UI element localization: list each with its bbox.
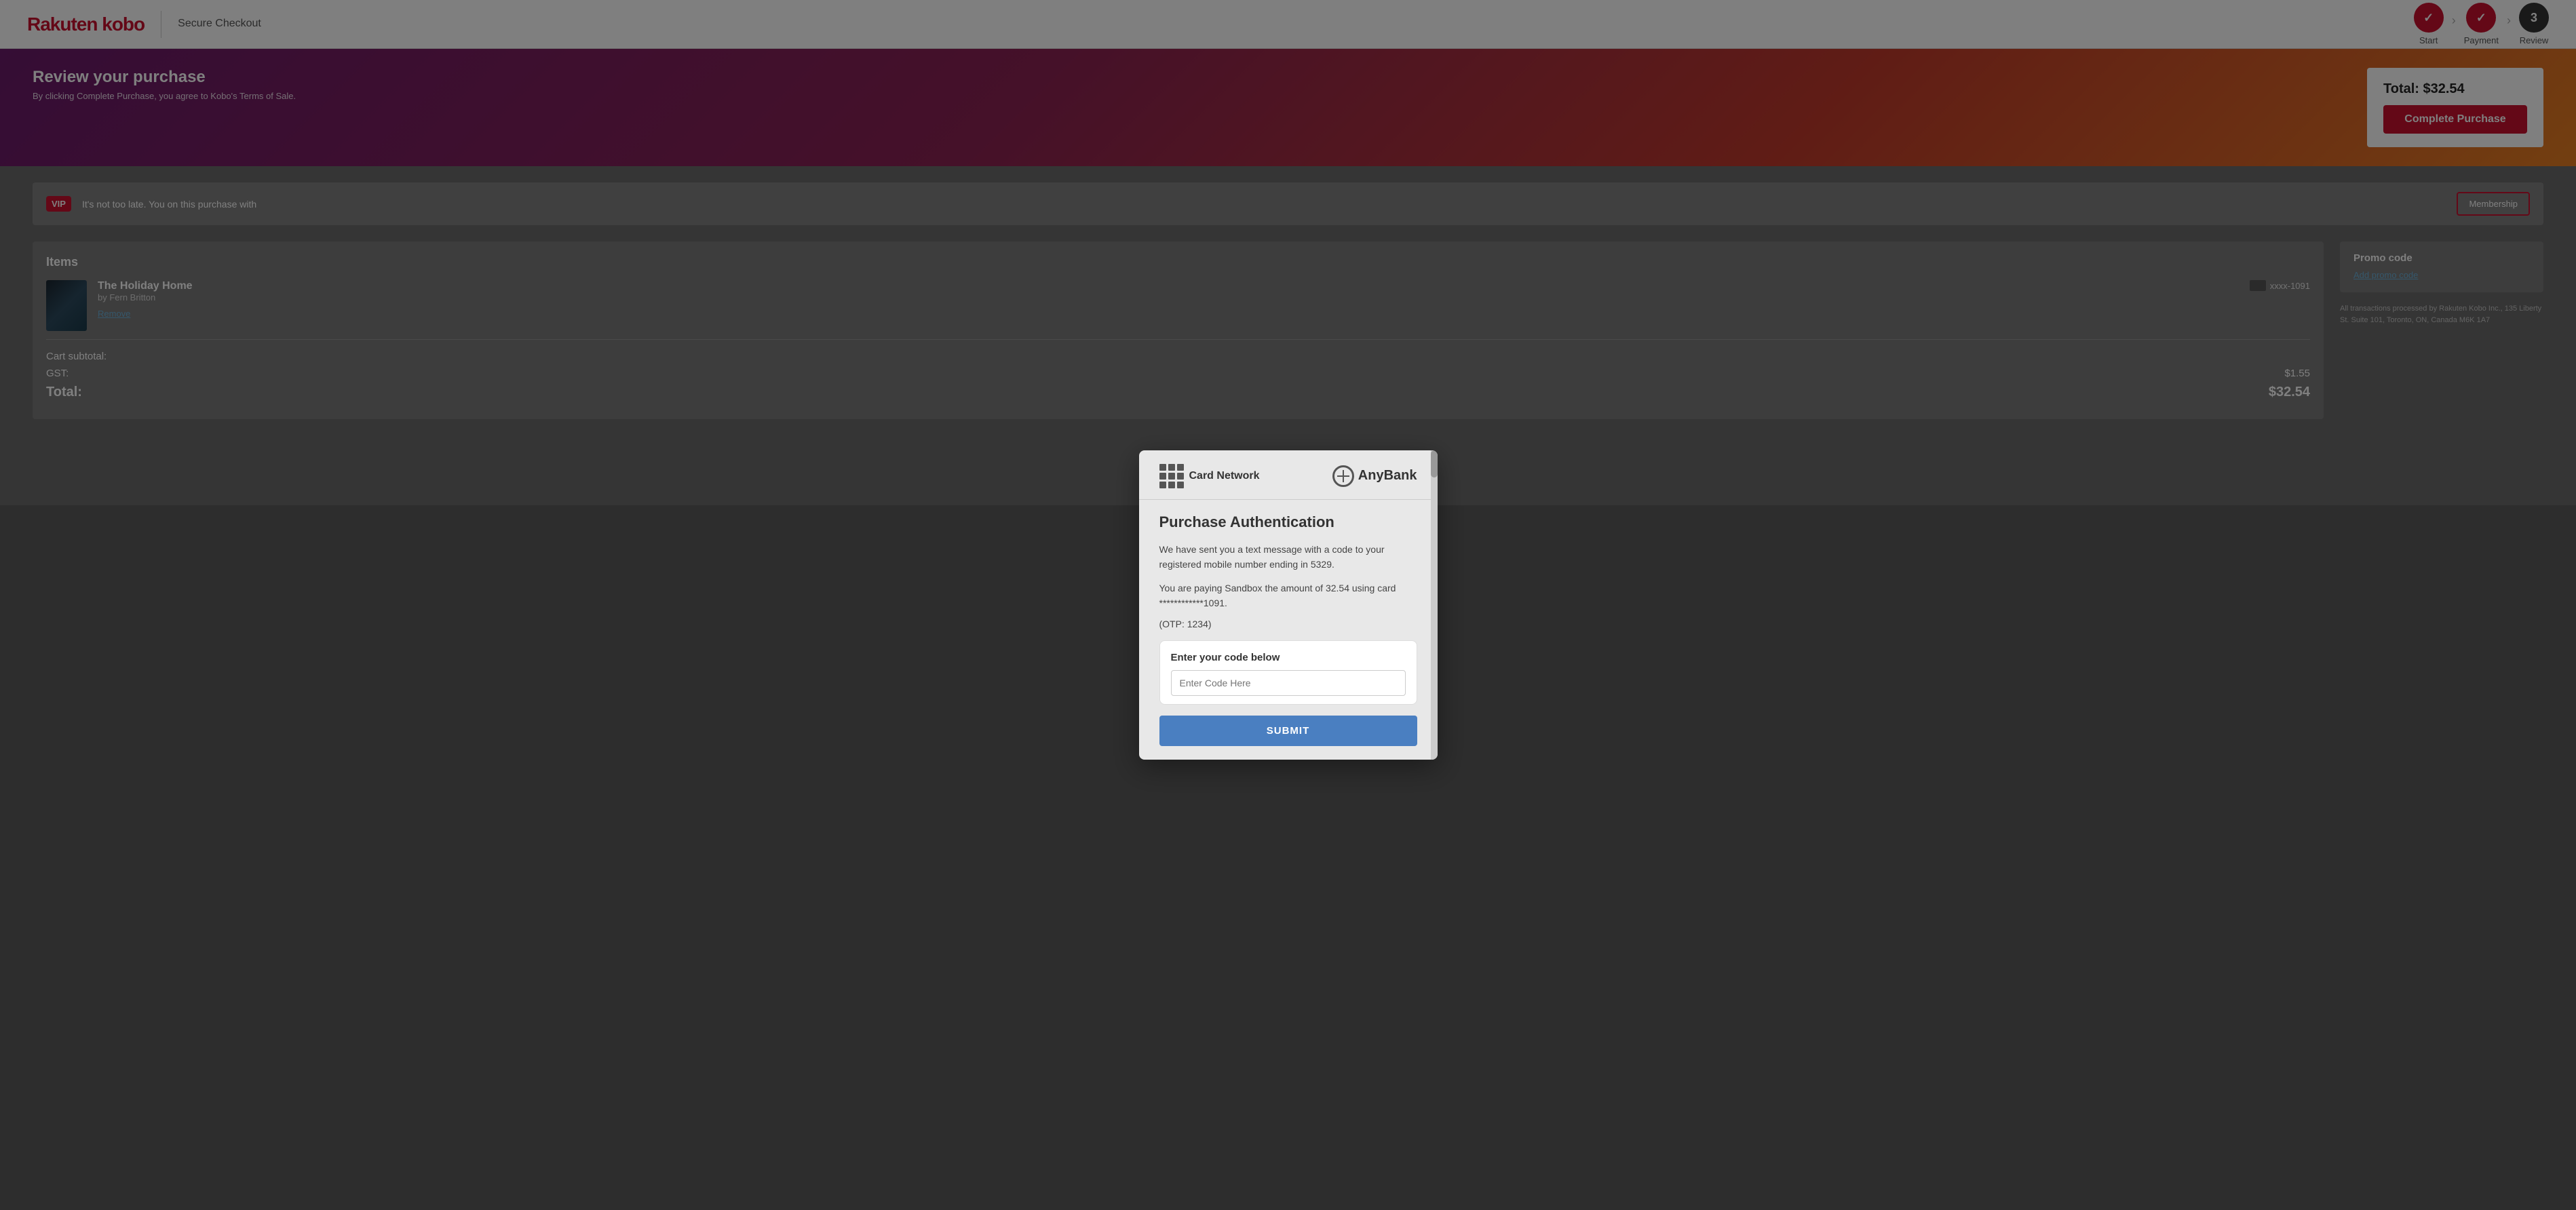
modal-code-section: Enter your code below — [1159, 640, 1417, 705]
modal-overlay[interactable]: Card Network AnyBank Purchase Authentica… — [0, 0, 2576, 1210]
modal-header: Card Network AnyBank — [1139, 450, 1438, 500]
modal-title: Purchase Authentication — [1159, 513, 1417, 531]
code-section-label: Enter your code below — [1171, 652, 1406, 663]
authentication-modal: Card Network AnyBank Purchase Authentica… — [1139, 450, 1438, 760]
modal-scrollbar-thumb — [1431, 450, 1438, 477]
modal-otp: (OTP: 1234) — [1159, 619, 1417, 629]
modal-scrollbar-track — [1431, 450, 1438, 760]
submit-button[interactable]: SUBMIT — [1159, 716, 1417, 746]
code-input[interactable] — [1171, 670, 1406, 696]
anybank-name: AnyBank — [1358, 468, 1417, 484]
modal-desc-2: You are paying Sandbox the amount of 32.… — [1159, 581, 1417, 611]
modal-desc-1: We have sent you a text message with a c… — [1159, 542, 1417, 572]
anybank-logo: AnyBank — [1332, 465, 1417, 487]
card-network-label: Card Network — [1189, 470, 1260, 482]
card-network-grid-icon — [1159, 464, 1184, 488]
modal-body: Purchase Authentication We have sent you… — [1139, 500, 1438, 760]
anybank-circle-icon — [1332, 465, 1354, 487]
card-network-logo: Card Network — [1159, 464, 1260, 488]
